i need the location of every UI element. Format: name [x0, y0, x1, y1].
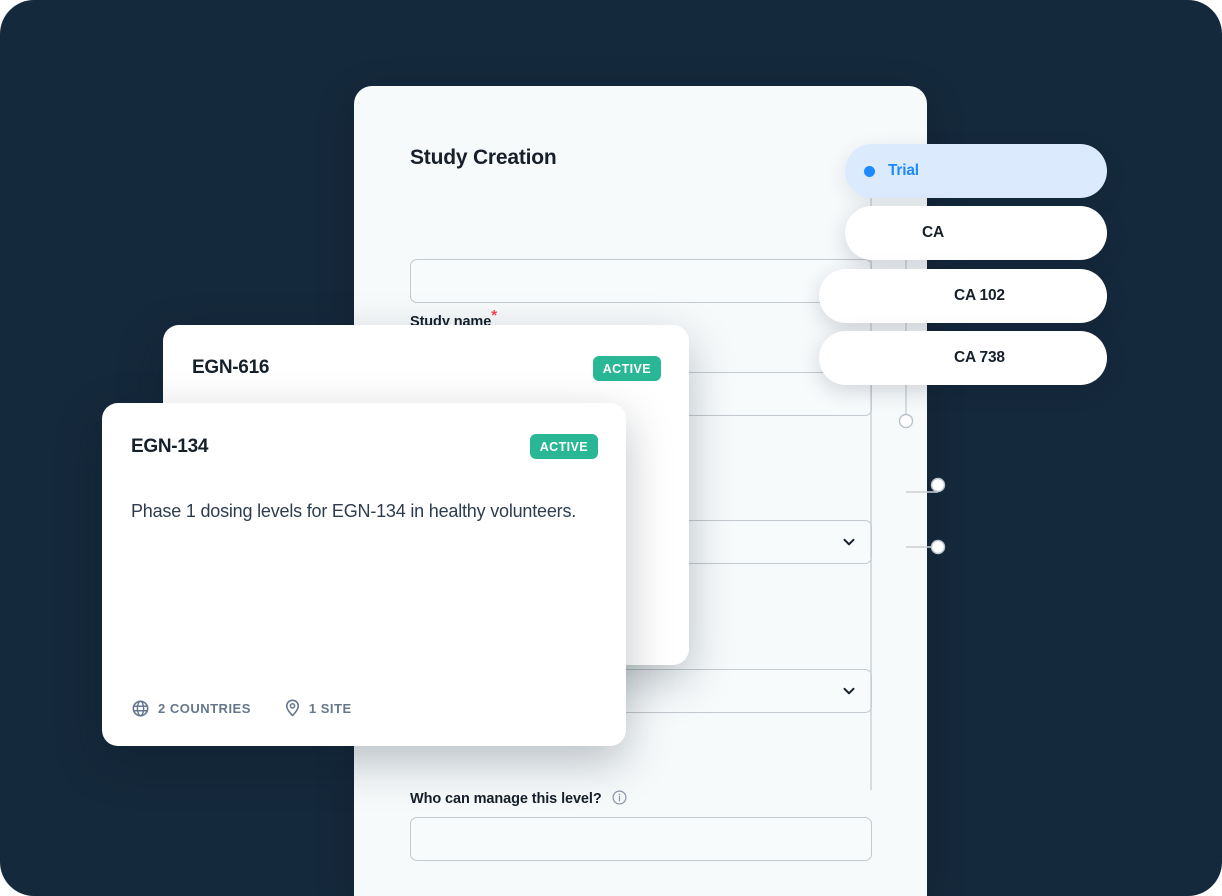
tree-pill-trial[interactable]: Trial: [845, 144, 1107, 198]
app-canvas: Study Creation Study name* Who can manag…: [0, 0, 1222, 896]
map-pin-icon: [285, 699, 300, 717]
tree-pill-ca-label: CA: [922, 224, 944, 241]
tree-pill-ca-738[interactable]: CA 738: [819, 331, 1107, 385]
card-meta-row: 2 COUNTRIES 1 SITE: [132, 699, 352, 717]
sites-count: 1 SITE: [308, 700, 352, 716]
tree-node-extra-1: [898, 413, 914, 429]
tree-node-extra-3: [930, 539, 946, 555]
countries-count: 2 COUNTRIES: [158, 700, 251, 716]
tree-pill-ca[interactable]: CA: [845, 206, 1107, 260]
tree-pill-ca-102-label: CA 102: [954, 287, 1005, 304]
card-description: Phase 1 dosing levels for EGN-134 in hea…: [131, 501, 577, 521]
globe-icon: [132, 700, 149, 716]
status-badge: ACTIVE: [529, 434, 598, 459]
card-title: EGN-616: [192, 357, 270, 378]
status-badge: ACTIVE: [592, 356, 661, 381]
tree-pill-ca-102[interactable]: CA 102: [819, 269, 1107, 323]
card-title: EGN-134: [131, 436, 209, 457]
tree-node-extra-2: [930, 477, 946, 493]
tree-pill-ca-738-label: CA 738: [954, 349, 1005, 366]
tree-pill-trial-label: Trial: [888, 162, 919, 179]
selected-node-dot: [864, 165, 875, 177]
study-card-egn-134[interactable]: EGN-134 ACTIVE Phase 1 dosing levels for…: [102, 403, 626, 746]
countries-meta: 2 COUNTRIES: [132, 700, 251, 717]
sites-meta: 1 SITE: [285, 699, 352, 717]
